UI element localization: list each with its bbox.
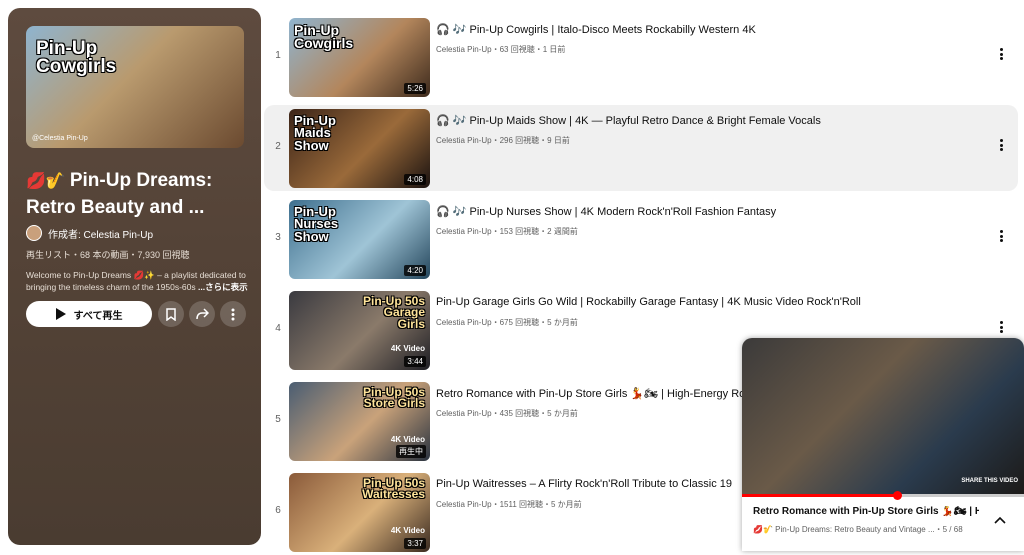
video-thumbnail[interactable]: Pin-Up 50s Garage Girls 4K Video 3:44 — [289, 291, 430, 370]
playlist-panel: Pin-Up Cowgirls @Celestia Pin-Up 💋🎷 Pin-U… — [8, 8, 261, 545]
playlist-cover[interactable]: Pin-Up Cowgirls @Celestia Pin-Up — [26, 26, 244, 148]
progress-fill — [742, 494, 898, 497]
video-meta: Celestia Pin-Up・296 回視聴・9 日前 — [436, 136, 570, 145]
chevron-up-icon[interactable] — [994, 516, 1006, 524]
miniplayer-progress[interactable] — [742, 491, 1024, 500]
duration-badge: 3:44 — [404, 356, 426, 367]
video-meta: Celestia Pin-Up・153 回視聴・2 週間前 — [436, 227, 578, 236]
video-meta: Celestia Pin-Up・63 回視聴・1 日前 — [436, 45, 566, 54]
video-meta: Celestia Pin-Up・435 回視聴・5 か月前 — [436, 409, 578, 418]
video-more-button[interactable] — [994, 229, 1008, 243]
dot — [999, 57, 1003, 60]
video-index: 3 — [275, 232, 281, 243]
video-title[interactable]: Retro Romance with Pin-Up Store Girls 💃🏍… — [436, 387, 745, 400]
thumbnail-subtext: 4K Video — [390, 526, 425, 535]
playlist-title: 💋🎷 Pin-Up Dreams: Retro Beauty and ... — [26, 170, 213, 218]
thumbnail-text: Pin-Up 50s Store Girls — [362, 385, 425, 411]
playlist-description[interactable]: Welcome to Pin-Up Dreams 💋✨ – a playlist… — [26, 269, 252, 293]
video-index: 4 — [275, 323, 281, 334]
show-more-link[interactable]: ...さらに表示 — [198, 282, 248, 292]
video-title[interactable]: 🎧 🎶 Pin-Up Cowgirls | Italo-Disco Meets … — [436, 23, 756, 36]
dot — [999, 330, 1003, 333]
dot — [999, 148, 1003, 151]
cover-watermark: @Celestia Pin-Up — [32, 135, 88, 142]
save-button[interactable] — [158, 301, 184, 327]
share-icon — [195, 308, 209, 320]
dot — [999, 234, 1003, 238]
thumbnail-text: Pin-Up Nurses Show — [294, 204, 339, 244]
thumbnail-text: Pin-Up Cowgirls — [294, 22, 354, 52]
video-title[interactable]: 🎧 🎶 Pin-Up Nurses Show | 4K Modern Rock'… — [436, 205, 776, 218]
video-index: 5 — [275, 414, 281, 425]
video-title[interactable]: Pin-Up Garage Girls Go Wild | Rockabilly… — [436, 296, 861, 308]
avatar[interactable] — [26, 225, 42, 241]
video-row[interactable]: 1 Pin-Up Cowgirls 5:26 🎧 🎶 Pin-Up Cowgir… — [264, 14, 1018, 100]
more-icon — [231, 308, 235, 320]
duration-badge: 4:08 — [404, 174, 426, 185]
thumbnail-text: Pin-Up Maids Show — [294, 113, 336, 153]
now-playing-badge: 再生中 — [396, 445, 426, 458]
lips-sax-icon: 💋🎷 — [26, 173, 66, 190]
miniplayer: SHARE THIS VIDEO Retro Romance with Pin-… — [742, 338, 1024, 551]
video-thumbnail[interactable]: Pin-Up Cowgirls 5:26 — [289, 18, 430, 97]
video-thumbnail[interactable]: Pin-Up Nurses Show 4:20 — [289, 200, 430, 279]
dot — [999, 143, 1003, 147]
video-meta: Celestia Pin-Up・675 回視聴・5 か月前 — [436, 318, 578, 327]
video-more-button[interactable] — [994, 138, 1008, 152]
video-thumbnail[interactable]: Pin-Up 50s Store Girls 4K Video 再生中 — [289, 382, 430, 461]
miniplayer-subtitle[interactable]: 💋🎷 Pin-Up Dreams: Retro Beauty and Vinta… — [753, 524, 963, 535]
video-row[interactable]: 2 Pin-Up Maids Show 4:08 🎧 🎶 Pin-Up Maid… — [264, 105, 1018, 191]
video-row[interactable]: 3 Pin-Up Nurses Show 4:20 🎧 🎶 Pin-Up Nur… — [264, 196, 1018, 282]
play-all-button[interactable]: すべて再生 — [26, 301, 152, 327]
video-meta: Celestia Pin-Up・1511 回視聴・5 か月前 — [436, 500, 582, 509]
duration-badge: 3:37 — [404, 538, 426, 549]
thumbnail-subtext: 4K Video — [390, 435, 425, 444]
playlist-owner[interactable]: 作成者: Celestia Pin-Up — [26, 225, 153, 241]
video-index: 6 — [275, 505, 281, 516]
video-thumbnail[interactable]: Pin-Up 50s Waitresses 4K Video 3:37 — [289, 473, 430, 552]
duration-badge: 4:20 — [404, 265, 426, 276]
dot — [999, 230, 1003, 233]
dot — [999, 52, 1003, 56]
owner-label[interactable]: 作成者: Celestia Pin-Up — [48, 226, 153, 241]
video-index: 1 — [275, 50, 281, 61]
miniplayer-title[interactable]: Retro Romance with Pin-Up Store Girls 💃🏍… — [753, 506, 979, 517]
share-button[interactable] — [189, 301, 215, 327]
video-more-button[interactable] — [994, 47, 1008, 61]
dot — [999, 321, 1003, 324]
dot — [999, 239, 1003, 242]
playlist-meta: 再生リスト・68 本の動画・7,930 回視聴 — [26, 250, 190, 260]
dot — [999, 48, 1003, 51]
more-button[interactable] — [220, 301, 246, 327]
video-title[interactable]: 🎧 🎶 Pin-Up Maids Show | 4K — Playful Ret… — [436, 114, 821, 127]
progress-knob[interactable] — [893, 491, 903, 500]
miniplayer-watermark: SHARE THIS VIDEO — [961, 478, 1018, 484]
dot — [999, 139, 1003, 142]
cover-text: Pin-Up Cowgirls — [36, 38, 117, 78]
thumbnail-subtext: 4K Video — [390, 344, 425, 353]
video-title[interactable]: Pin-Up Waitresses – A Flirty Rock'n'Roll… — [436, 478, 732, 490]
save-icon — [166, 307, 176, 321]
thumbnail-text: Pin-Up 50s Waitresses — [362, 476, 425, 502]
video-thumbnail[interactable]: Pin-Up Maids Show 4:08 — [289, 109, 430, 188]
miniplayer-video[interactable]: SHARE THIS VIDEO — [742, 338, 1024, 494]
video-more-button[interactable] — [994, 320, 1008, 334]
video-index: 2 — [275, 141, 281, 152]
play-icon — [55, 308, 66, 320]
duration-badge: 5:26 — [404, 83, 426, 94]
thumbnail-text: Pin-Up 50s Garage Girls — [362, 294, 425, 331]
dot — [999, 325, 1003, 329]
